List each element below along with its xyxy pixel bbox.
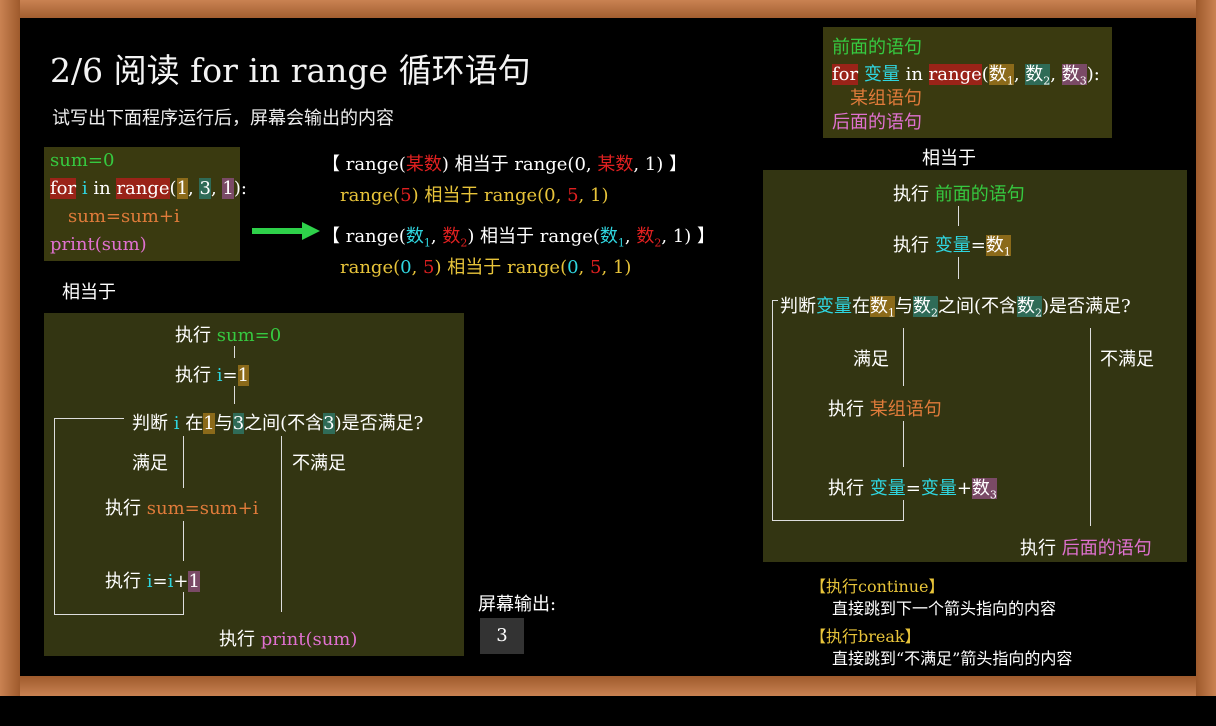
- code-line-2: for i in range(1, 3, 1):: [50, 178, 247, 199]
- for-keyword: for: [50, 178, 77, 199]
- generic-after: 后面的语句: [832, 112, 922, 133]
- page-subtitle: 试写出下面程序运行后，屏幕会输出的内容: [52, 108, 394, 129]
- range-rule-1: 【 range(某数) 相当于 range(0, 某数, 1) 】: [322, 154, 687, 175]
- range-arg-2: 3: [199, 178, 211, 199]
- code-line-4: print(sum): [50, 234, 147, 255]
- flow-init: 执行 sum=0: [175, 325, 282, 346]
- frame-left: [0, 0, 20, 696]
- rflow-judge: 判断变量在数1与数2之间(不含数2)是否满足?: [780, 296, 1131, 320]
- loop-variable: i: [81, 178, 88, 199]
- rflow-after: 执行 后面的语句: [1020, 538, 1152, 559]
- code-line-3: sum=sum+i: [68, 206, 180, 227]
- frame-right: [1196, 0, 1216, 696]
- rflow-not-satisfied: 不满足: [1100, 349, 1154, 370]
- generic-body: 某组语句: [850, 88, 922, 109]
- range-arg-3: 1: [222, 178, 234, 199]
- flow-not-satisfied: 不满足: [292, 453, 346, 474]
- note-continue-title: 【执行continue】: [810, 577, 945, 596]
- flow-set-i: 执行 i=1: [175, 365, 250, 386]
- rflow-init: 执行 变量=数1: [893, 235, 1011, 259]
- flow-satisfied: 满足: [132, 453, 168, 474]
- flow-judge: 判断 i 在1与3之间(不含3)是否满足?: [132, 413, 424, 434]
- right-arrow-icon: [252, 222, 320, 240]
- page-title: 2/6 阅读 for in range 循环语句: [50, 51, 531, 90]
- range-example-2: range(0, 5) 相当于 range(0, 5, 1): [340, 257, 632, 278]
- equivalent-label-right: 相当于: [922, 148, 976, 169]
- equivalent-label-left: 相当于: [62, 282, 116, 303]
- output-label: 屏幕输出:: [478, 594, 557, 615]
- left-flowchart: [44, 313, 464, 656]
- rflow-increment: 执行 变量=变量+数3: [828, 478, 997, 502]
- range-example-1: range(5) 相当于 range(0, 5, 1): [340, 185, 609, 206]
- generic-before: 前面的语句: [832, 37, 922, 58]
- frame-bottom: [0, 676, 1216, 696]
- note-break-desc: 直接跳到“不满足”箭头指向的内容: [832, 649, 1073, 668]
- rflow-before: 执行 前面的语句: [893, 184, 1025, 205]
- range-arg-1: 1: [176, 178, 189, 199]
- rflow-satisfied: 满足: [853, 349, 889, 370]
- flow-body: 执行 sum=sum+i: [105, 498, 259, 519]
- rflow-body: 执行 某组语句: [828, 399, 942, 420]
- output-value: 3: [480, 618, 524, 654]
- range-rule-2: 【 range(数1, 数2) 相当于 range(数1, 数2, 1) 】: [322, 226, 715, 250]
- bottom-strip: [0, 696, 1216, 726]
- code-line-1: sum=0: [50, 150, 115, 171]
- note-continue-desc: 直接跳到下一个箭头指向的内容: [832, 599, 1057, 618]
- flow-print: 执行 print(sum): [219, 629, 358, 650]
- note-break-title: 【执行break】: [810, 627, 921, 646]
- range-keyword: range: [116, 178, 170, 199]
- in-keyword: in: [93, 178, 111, 199]
- flow-increment: 执行 i=i+1: [105, 571, 200, 592]
- frame-top: [0, 0, 1216, 20]
